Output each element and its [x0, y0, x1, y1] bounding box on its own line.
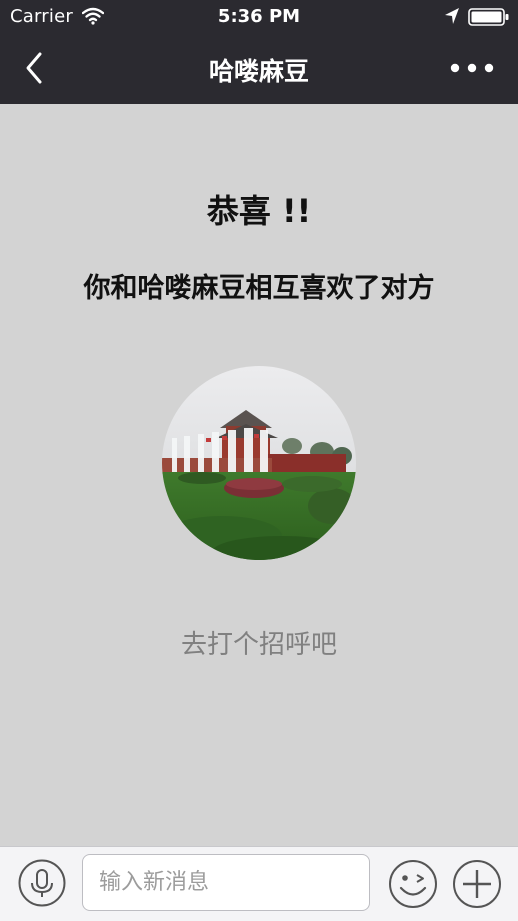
- say-hello-link[interactable]: 去打个招呼吧: [0, 624, 518, 661]
- microphone-icon: [18, 859, 66, 911]
- status-time: 5:36 PM: [217, 6, 301, 27]
- page-title: 哈喽麻豆: [208, 57, 309, 86]
- congrats-heading: 恭喜 !!: [206, 192, 312, 230]
- more-dots-icon: [448, 63, 496, 84]
- add-button[interactable]: [452, 859, 502, 909]
- message-input[interactable]: [82, 854, 370, 911]
- message-input-bar: [0, 846, 518, 921]
- emoji-button[interactable]: [388, 859, 438, 909]
- voice-button[interactable]: [18, 859, 66, 907]
- emoji-icon: [388, 860, 438, 913]
- battery-icon: [468, 8, 510, 30]
- more-button[interactable]: [448, 56, 496, 80]
- status-bar: Carrier 5:36 PM: [0, 0, 518, 34]
- match-message: 你和哈喽麻豆相互喜欢了对方: [83, 273, 435, 304]
- plus-icon: [452, 860, 502, 913]
- top-bar: Carrier 5:36 PM 哈喽麻豆: [0, 0, 518, 104]
- navigation-bar: 哈喽麻豆: [0, 34, 518, 104]
- location-arrow-icon: [444, 7, 460, 29]
- avatar[interactable]: [162, 366, 356, 560]
